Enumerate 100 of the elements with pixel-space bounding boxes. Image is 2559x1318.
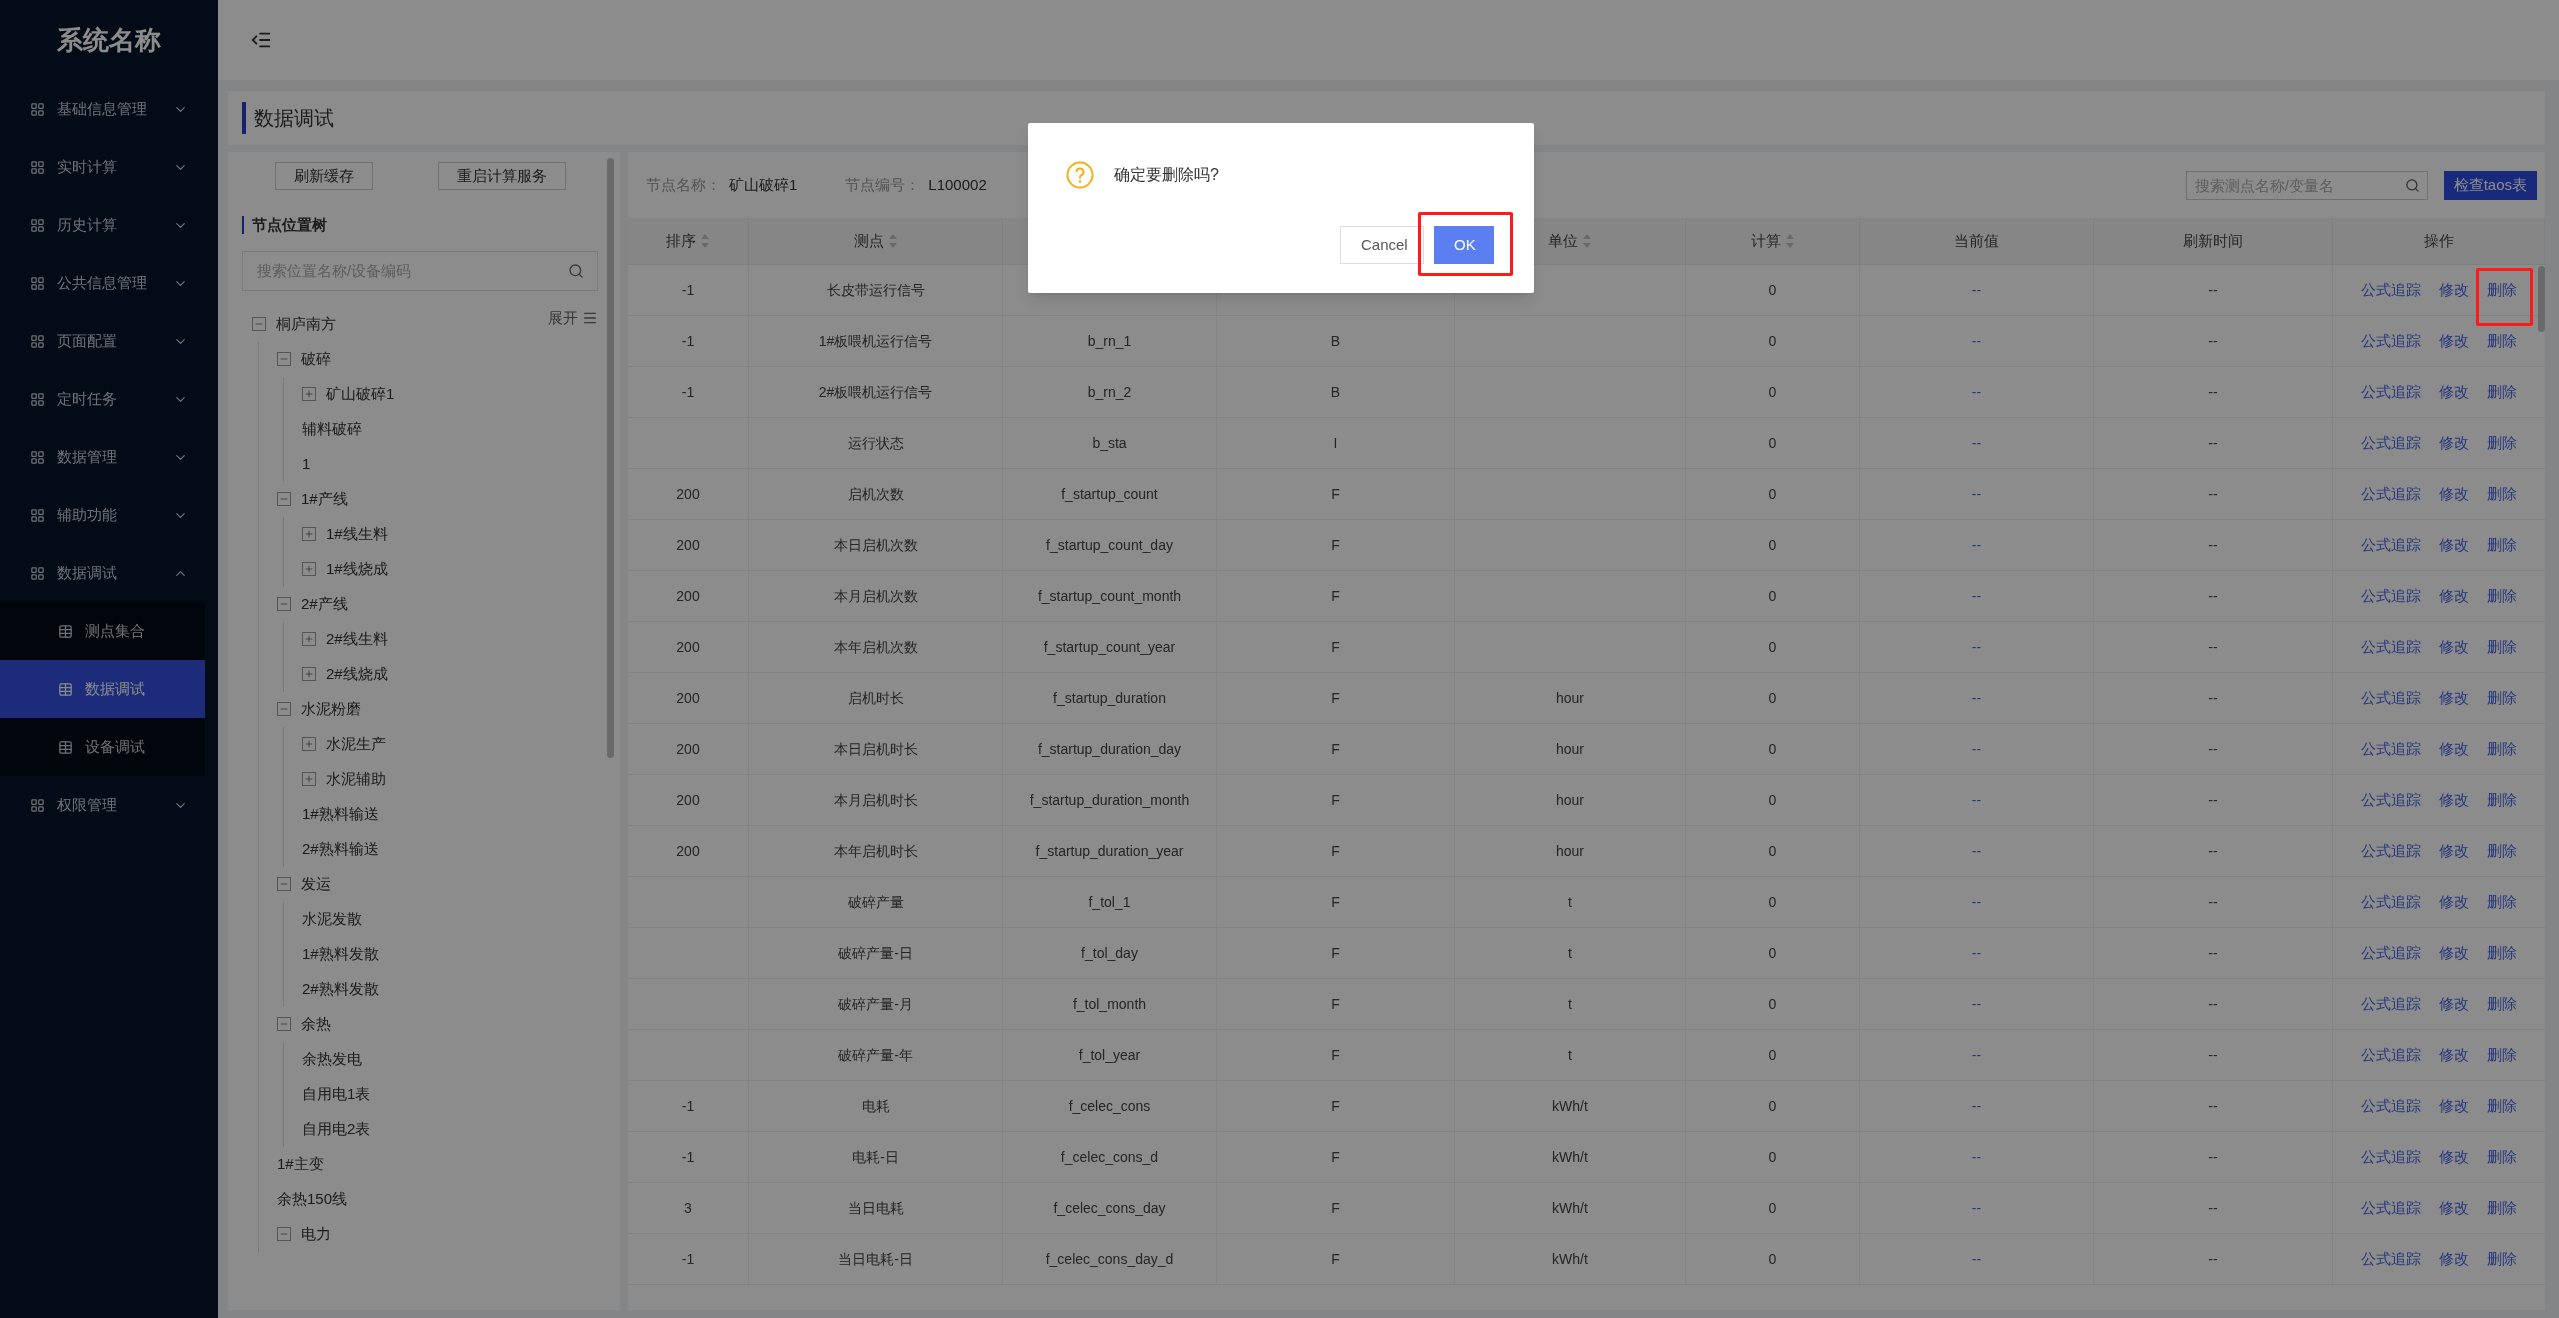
action-link[interactable]: 公式追踪: [2361, 839, 2421, 863]
sidebar-item[interactable]: 公共信息管理: [0, 254, 218, 312]
action-link[interactable]: 公式追踪: [2361, 1094, 2421, 1118]
action-link[interactable]: 删除: [2487, 1145, 2517, 1169]
collapse-icon[interactable]: [277, 1227, 291, 1241]
action-link[interactable]: 公式追踪: [2361, 380, 2421, 404]
action-link[interactable]: 删除: [2487, 737, 2517, 761]
action-link[interactable]: 删除: [2487, 788, 2517, 812]
action-link[interactable]: 公式追踪: [2361, 1043, 2421, 1067]
scrollbar[interactable]: [2538, 266, 2545, 332]
tree-node[interactable]: 2#线烧成: [326, 662, 388, 686]
tree-node[interactable]: 水泥发散: [302, 907, 362, 931]
action-link[interactable]: 修改: [2439, 788, 2469, 812]
collapse-icon[interactable]: [277, 352, 291, 366]
tree-node[interactable]: 1#产线: [301, 487, 348, 511]
tree-node[interactable]: 1: [302, 452, 311, 476]
action-link[interactable]: 修改: [2439, 1196, 2469, 1220]
collapse-icon[interactable]: [277, 702, 291, 716]
tree-node[interactable]: 余热: [301, 1012, 331, 1036]
sidebar-item[interactable]: 数据管理: [0, 428, 218, 486]
action-link[interactable]: 修改: [2439, 737, 2469, 761]
tree-node[interactable]: 2#产线: [301, 592, 348, 616]
tree-node[interactable]: 电力: [301, 1222, 331, 1246]
collapse-icon[interactable]: [277, 877, 291, 891]
action-link[interactable]: 修改: [2439, 1094, 2469, 1118]
column-header[interactable]: 测点: [853, 229, 884, 253]
action-link[interactable]: 删除: [2487, 1043, 2517, 1067]
action-link[interactable]: 修改: [2439, 533, 2469, 557]
submenu-item[interactable]: 设备调试: [0, 718, 205, 776]
expand-icon[interactable]: [302, 772, 316, 786]
action-link[interactable]: 公式追踪: [2361, 1196, 2421, 1220]
tree-node[interactable]: 水泥生产: [326, 732, 386, 756]
column-header[interactable]: 计算: [1750, 229, 1781, 253]
action-link[interactable]: 修改: [2439, 431, 2469, 455]
action-link[interactable]: 删除: [2487, 1247, 2517, 1271]
column-header[interactable]: 排序: [666, 229, 696, 253]
expand-all-link[interactable]: 展开: [548, 306, 578, 329]
action-link[interactable]: 公式追踪: [2361, 584, 2421, 608]
action-link[interactable]: 公式追踪: [2361, 737, 2421, 761]
tree-node[interactable]: 2#熟料输送: [302, 837, 379, 861]
tree-node[interactable]: 1#主变: [277, 1152, 324, 1176]
action-link[interactable]: 修改: [2439, 635, 2469, 659]
action-link[interactable]: 公式追踪: [2361, 1247, 2421, 1271]
tree-node[interactable]: 自用电2表: [302, 1117, 371, 1141]
tree-node[interactable]: 辅料破碎: [302, 417, 362, 441]
action-link[interactable]: 修改: [2439, 992, 2469, 1016]
action-link[interactable]: 公式追踪: [2361, 533, 2421, 557]
action-link[interactable]: 修改: [2439, 1145, 2469, 1169]
action-link[interactable]: 公式追踪: [2361, 431, 2421, 455]
expand-icon[interactable]: [302, 527, 316, 541]
action-link[interactable]: 修改: [2439, 890, 2469, 914]
sidebar-item[interactable]: 辅助功能: [0, 486, 218, 544]
expand-icon[interactable]: [302, 632, 316, 646]
collapse-icon[interactable]: [277, 1017, 291, 1031]
tree-node[interactable]: 水泥粉磨: [301, 697, 361, 721]
action-link[interactable]: 公式追踪: [2361, 1145, 2421, 1169]
tree-node[interactable]: 水泥辅助: [326, 767, 386, 791]
action-link[interactable]: 修改: [2439, 1247, 2469, 1271]
action-link[interactable]: 删除: [2487, 839, 2517, 863]
expand-icon[interactable]: [302, 387, 316, 401]
action-link[interactable]: 公式追踪: [2361, 278, 2421, 302]
sidebar-item[interactable]: 数据调试: [0, 544, 218, 602]
action-link[interactable]: 删除: [2487, 584, 2517, 608]
panel-button[interactable]: 重启计算服务: [437, 162, 566, 190]
submenu-item[interactable]: 测点集合: [0, 602, 205, 660]
action-link[interactable]: 删除: [2487, 329, 2517, 353]
action-link[interactable]: 删除: [2487, 686, 2517, 710]
action-link[interactable]: 公式追踪: [2361, 992, 2421, 1016]
action-link[interactable]: 修改: [2439, 278, 2469, 302]
action-link[interactable]: 删除: [2487, 992, 2517, 1016]
collapse-icon[interactable]: [252, 317, 266, 331]
action-link[interactable]: 删除: [2487, 1196, 2517, 1220]
action-link[interactable]: 删除: [2487, 1094, 2517, 1118]
expand-icon[interactable]: [302, 667, 316, 681]
sidebar-item[interactable]: 基础信息管理: [0, 80, 218, 138]
tree-node[interactable]: 1#线生料: [326, 522, 388, 546]
action-link[interactable]: 删除: [2487, 482, 2517, 506]
tree-node[interactable]: 2#熟料发散: [302, 977, 379, 1001]
action-link[interactable]: 删除: [2487, 380, 2517, 404]
sidebar-item[interactable]: 历史计算: [0, 196, 218, 254]
action-link[interactable]: 修改: [2439, 329, 2469, 353]
tree-node[interactable]: 矿山破碎1: [326, 382, 395, 406]
action-link[interactable]: 修改: [2439, 839, 2469, 863]
sidebar-item[interactable]: 定时任务: [0, 370, 218, 428]
tree-node[interactable]: 余热150线: [277, 1187, 348, 1211]
ok-button[interactable]: OK: [1434, 226, 1494, 264]
action-link[interactable]: 删除: [2487, 635, 2517, 659]
action-link[interactable]: 公式追踪: [2361, 788, 2421, 812]
tree-node[interactable]: 1#线烧成: [326, 557, 388, 581]
check-table-button[interactable]: 检查taos表: [2443, 170, 2537, 200]
action-link[interactable]: 删除: [2487, 941, 2517, 965]
tree-node[interactable]: 桐庐南方: [276, 312, 336, 336]
expand-icon[interactable]: [302, 737, 316, 751]
tree-node[interactable]: 1#熟料输送: [302, 802, 379, 826]
action-link[interactable]: 修改: [2439, 686, 2469, 710]
action-link[interactable]: 修改: [2439, 584, 2469, 608]
action-link[interactable]: 公式追踪: [2361, 329, 2421, 353]
sidebar-item[interactable]: 页面配置: [0, 312, 218, 370]
tree-node[interactable]: 2#线生料: [326, 627, 388, 651]
scrollbar[interactable]: [607, 158, 614, 758]
